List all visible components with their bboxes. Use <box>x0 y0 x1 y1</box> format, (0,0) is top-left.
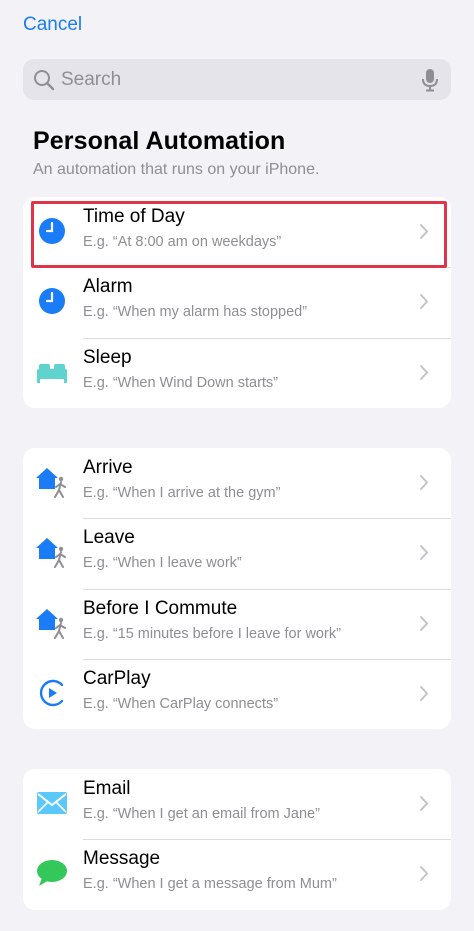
trigger-description: E.g. “When I get a message from Mum” <box>83 876 337 893</box>
trigger-description: E.g. “When I arrive at the gym” <box>83 485 281 501</box>
message-bubble-icon <box>35 856 69 890</box>
trigger-leave[interactable]: Leave E.g. “When I leave work” <box>23 518 451 588</box>
trigger-description: E.g. “15 minutes before I leave for work… <box>83 625 341 642</box>
trigger-group-communication: Email E.g. “When I get an email from Jan… <box>23 769 451 910</box>
trigger-description: E.g. “When my alarm has stopped” <box>83 304 308 321</box>
cancel-button[interactable]: Cancel <box>23 14 82 36</box>
trigger-before-commute[interactable]: Before I Commute E.g. “15 minutes before… <box>23 588 451 659</box>
house-walker-icon <box>35 465 69 499</box>
clock-icon <box>35 214 69 248</box>
page-title: Personal Automation <box>33 127 286 155</box>
trigger-label: Arrive <box>83 457 133 478</box>
chevron-right-icon <box>420 615 429 631</box>
bed-icon <box>35 355 69 389</box>
envelope-icon <box>35 786 69 820</box>
trigger-label: Sleep <box>83 346 132 368</box>
trigger-label: Message <box>83 848 161 870</box>
carplay-icon <box>35 676 69 710</box>
trigger-label: Before I Commute <box>83 597 238 619</box>
trigger-arrive[interactable]: Arrive E.g. “When I arrive at the gym” <box>23 448 451 518</box>
search-placeholder: Search <box>61 68 122 90</box>
trigger-label: Email <box>83 778 131 799</box>
trigger-description: E.g. “When I get an email from Jane” <box>83 806 320 822</box>
trigger-label: Leave <box>83 527 135 549</box>
search-icon <box>34 69 55 90</box>
trigger-description: E.g. “When Wind Down starts” <box>83 374 278 391</box>
trigger-label: Time of Day <box>83 206 185 227</box>
house-walker-icon <box>35 535 69 569</box>
house-walker-icon <box>35 606 69 640</box>
trigger-sleep[interactable]: Sleep E.g. “When Wind Down starts” <box>23 337 451 408</box>
trigger-label: Alarm <box>83 276 133 298</box>
chevron-right-icon <box>420 364 429 380</box>
trigger-label: CarPlay <box>83 667 151 689</box>
chevron-right-icon <box>420 796 429 811</box>
chevron-right-icon <box>420 866 429 882</box>
chevron-right-icon <box>420 685 429 701</box>
trigger-group-location: Arrive E.g. “When I arrive at the gym” L… <box>23 448 451 730</box>
alarm-clock-icon <box>35 284 69 318</box>
trigger-description: E.g. “When I leave work” <box>83 555 242 572</box>
search-field[interactable]: Search <box>23 59 451 100</box>
chevron-right-icon <box>420 294 429 310</box>
trigger-time-of-day[interactable]: Time of Day E.g. “At 8:00 am on weekdays… <box>23 197 451 267</box>
chevron-right-icon <box>420 545 429 561</box>
trigger-alarm[interactable]: Alarm E.g. “When my alarm has stopped” <box>23 267 451 337</box>
microphone-icon[interactable] <box>421 68 439 92</box>
chevron-right-icon <box>420 475 429 490</box>
trigger-carplay[interactable]: CarPlay E.g. “When CarPlay connects” <box>23 658 451 729</box>
trigger-group-time: Time of Day E.g. “At 8:00 am on weekdays… <box>23 197 451 408</box>
trigger-message[interactable]: Message E.g. “When I get a message from … <box>23 839 451 909</box>
page-subtitle: An automation that runs on your iPhone. <box>33 161 320 178</box>
trigger-email[interactable]: Email E.g. “When I get an email from Jan… <box>23 769 451 839</box>
chevron-right-icon <box>420 224 429 239</box>
trigger-description: E.g. “When CarPlay connects” <box>83 695 279 712</box>
trigger-description: E.g. “At 8:00 am on weekdays” <box>83 234 282 250</box>
